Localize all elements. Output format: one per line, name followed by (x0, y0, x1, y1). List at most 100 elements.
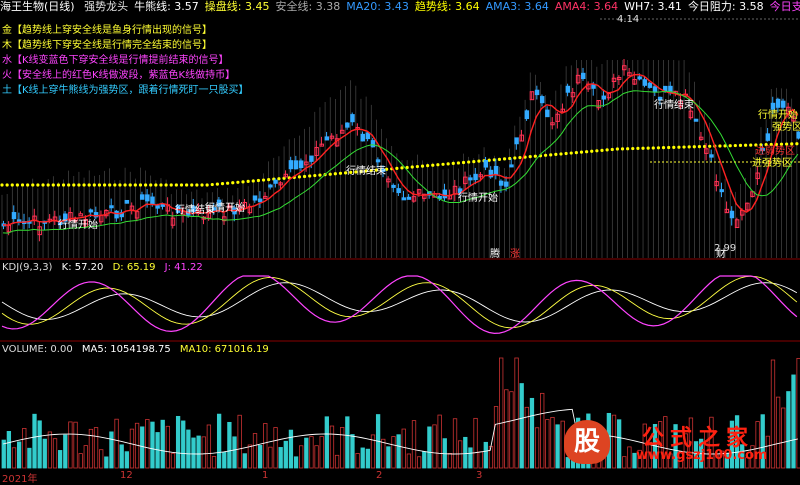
volume-bar (514, 357, 519, 469)
volume-bar (237, 414, 242, 469)
trend-dot (56, 183, 61, 187)
trend-dot (395, 166, 399, 170)
kdj-line (1, 282, 798, 323)
volume-bar (63, 434, 68, 469)
candle (139, 194, 145, 200)
volume-bar (396, 434, 401, 469)
trend-dot (487, 158, 491, 162)
price-chart[interactable] (0, 0, 800, 260)
volume-bar (145, 419, 150, 469)
trend-dot (159, 183, 163, 187)
volume-bar (432, 424, 437, 469)
trend-dot (728, 144, 732, 148)
market-end-label: 行情结束 (654, 100, 694, 111)
volume-bar (391, 436, 396, 469)
volume-bar (52, 438, 58, 469)
candle (155, 205, 160, 209)
volume-bar (227, 421, 232, 469)
volume-bar (406, 453, 412, 469)
candle (88, 209, 94, 213)
trend-dot (595, 149, 599, 153)
trend-dot (92, 183, 96, 187)
volume-bar (340, 427, 345, 469)
volume-bar (458, 440, 463, 469)
trend-dot (102, 183, 107, 187)
trend-dot (308, 174, 312, 178)
volume-bar (345, 416, 350, 469)
volume-bar (216, 413, 222, 469)
trend-dot (302, 174, 307, 179)
volume-bar (319, 436, 324, 469)
volume-bar (350, 434, 355, 469)
trend-dot (692, 145, 696, 149)
candle (514, 137, 519, 145)
start-right-label: 行情开始 (758, 110, 798, 121)
trend-dot (36, 183, 40, 187)
volume-bar (242, 453, 247, 469)
logo-icon: 股 (564, 420, 610, 464)
date-label: 1 (262, 470, 269, 481)
volume-bar (170, 453, 176, 469)
volume-bar (11, 447, 17, 469)
volume-bar (437, 414, 442, 469)
wealth-label: 财 (716, 249, 726, 260)
candle (493, 165, 499, 175)
candle (580, 72, 586, 80)
candle (483, 160, 489, 168)
candle (114, 210, 119, 219)
trend-dot (461, 160, 466, 165)
kdj-chart[interactable] (0, 262, 800, 342)
volume-bar (211, 456, 217, 469)
kdj-line (1, 275, 798, 334)
trend-dot (656, 146, 661, 150)
trend-dot (651, 146, 655, 150)
candle (273, 179, 278, 184)
volume-bar (252, 433, 258, 469)
trend-dot (456, 161, 461, 165)
volume-bar (129, 428, 135, 469)
trend-dot (661, 146, 666, 150)
volume-bar (483, 441, 488, 469)
candle (309, 155, 314, 162)
volume-bar (365, 448, 371, 469)
trend-dot (620, 147, 625, 151)
volume-bar (119, 444, 124, 469)
candle (601, 95, 606, 100)
trend-dot (113, 183, 117, 187)
trend-dot (415, 164, 419, 169)
trend-dot (164, 183, 168, 187)
trend-dot (338, 171, 343, 175)
volume-bar (58, 450, 63, 469)
volume-bar (42, 438, 47, 469)
volume-bar (329, 425, 335, 469)
trend-dot (600, 148, 604, 152)
volume-bar (263, 423, 268, 469)
watermark-url[interactable]: www.gszj100.com (636, 448, 767, 463)
candle (652, 86, 658, 93)
trend-dot (667, 145, 671, 150)
date-axis: 2021年 12 1 2 3 (0, 470, 800, 485)
candle (145, 194, 150, 202)
trend-dot (15, 183, 19, 187)
volume-bar (104, 456, 109, 469)
trend-dot (631, 146, 635, 151)
volume-bar (232, 436, 237, 469)
candle (268, 184, 273, 188)
volume-bar (386, 446, 391, 469)
trend-dot (677, 145, 681, 149)
candle (288, 160, 294, 170)
kdj-line (1, 275, 798, 329)
trend-dot (10, 183, 14, 187)
trend-dot (261, 178, 266, 182)
trend-dot (436, 163, 440, 167)
volume-bar (99, 449, 104, 469)
trend-dot (533, 154, 537, 158)
bull-label: 腾 (490, 249, 500, 260)
candle (370, 140, 376, 148)
volume-bar (37, 420, 42, 469)
volume-bar (534, 427, 540, 469)
trend-dot (543, 153, 548, 157)
trend-dot (626, 147, 630, 151)
candle (350, 114, 355, 123)
trend-dot (5, 183, 9, 187)
